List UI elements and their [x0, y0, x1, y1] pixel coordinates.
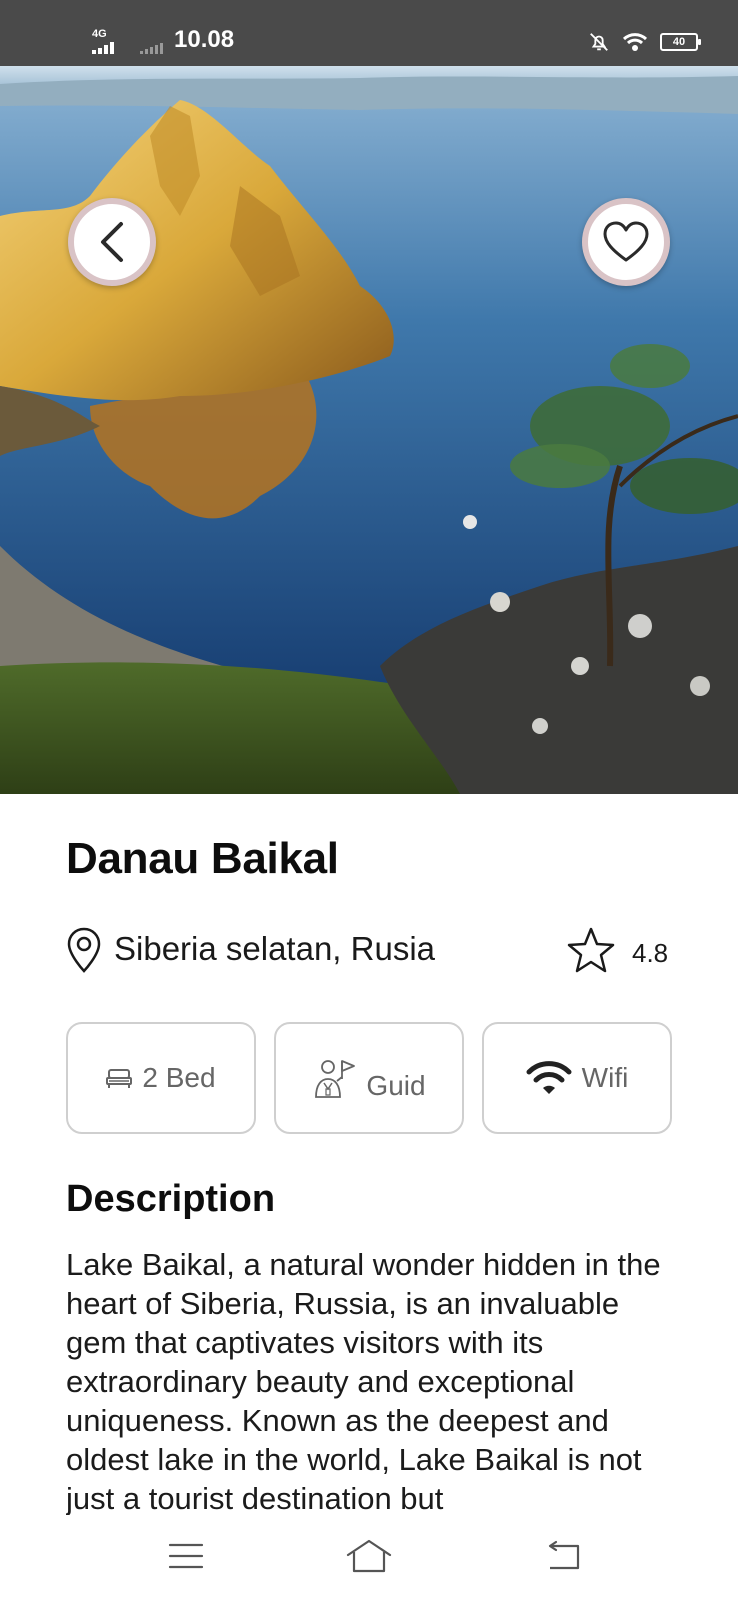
- description-text: Lake Baikal, a natural wonder hidden in …: [66, 1247, 661, 1515]
- rating-value: 4.8: [632, 938, 669, 968]
- signal-icon: [92, 42, 114, 54]
- nav-menu-button[interactable]: [162, 1536, 210, 1576]
- wifi-status-icon: [622, 33, 648, 51]
- heart-outline-icon: [603, 221, 649, 262]
- facility-guide[interactable]: Guid: [274, 1022, 464, 1134]
- network-type: 4G: [92, 28, 107, 40]
- location-row: Siberia selatan, Rusia 4.8: [66, 924, 672, 976]
- facilities-row: 2 Bed Guid Wifi: [66, 1022, 673, 1134]
- facility-label: Wifi: [581, 1062, 629, 1093]
- back-button[interactable]: [68, 198, 156, 286]
- status-bar: 4G 10.08 40: [0, 0, 738, 66]
- star-icon: [567, 927, 615, 973]
- battery-indicator: 40: [660, 33, 701, 51]
- wifi-icon: [526, 1061, 572, 1094]
- facility-bed[interactable]: 2 Bed: [66, 1022, 256, 1134]
- menu-icon: [168, 1543, 204, 1569]
- location-pin-icon: [67, 927, 101, 973]
- favorite-button[interactable]: [582, 198, 670, 286]
- signal-secondary-icon: [140, 43, 163, 54]
- bell-off-icon: [590, 33, 608, 51]
- description-heading: Description: [66, 1178, 276, 1220]
- status-icons: 40: [588, 28, 701, 56]
- location-text: Siberia selatan, Rusia: [114, 930, 436, 967]
- system-nav-bar: [0, 1522, 738, 1600]
- back-icon: [548, 1540, 580, 1570]
- nav-home-button[interactable]: [345, 1536, 393, 1576]
- tour-guide-icon: [315, 1060, 356, 1098]
- facility-label: 2 Bed: [142, 1062, 216, 1093]
- hero-image: [0, 66, 738, 794]
- chevron-left-icon: [101, 222, 123, 262]
- lake-photo: [0, 66, 738, 794]
- nav-back-button[interactable]: [540, 1536, 588, 1576]
- clock: 10.08: [174, 26, 235, 53]
- bed-icon: [106, 1069, 133, 1088]
- place-title: Danau Baikal: [66, 834, 339, 883]
- facility-label: Guid: [366, 1070, 426, 1101]
- facility-wifi[interactable]: Wifi: [482, 1022, 672, 1134]
- home-icon: [346, 1539, 392, 1573]
